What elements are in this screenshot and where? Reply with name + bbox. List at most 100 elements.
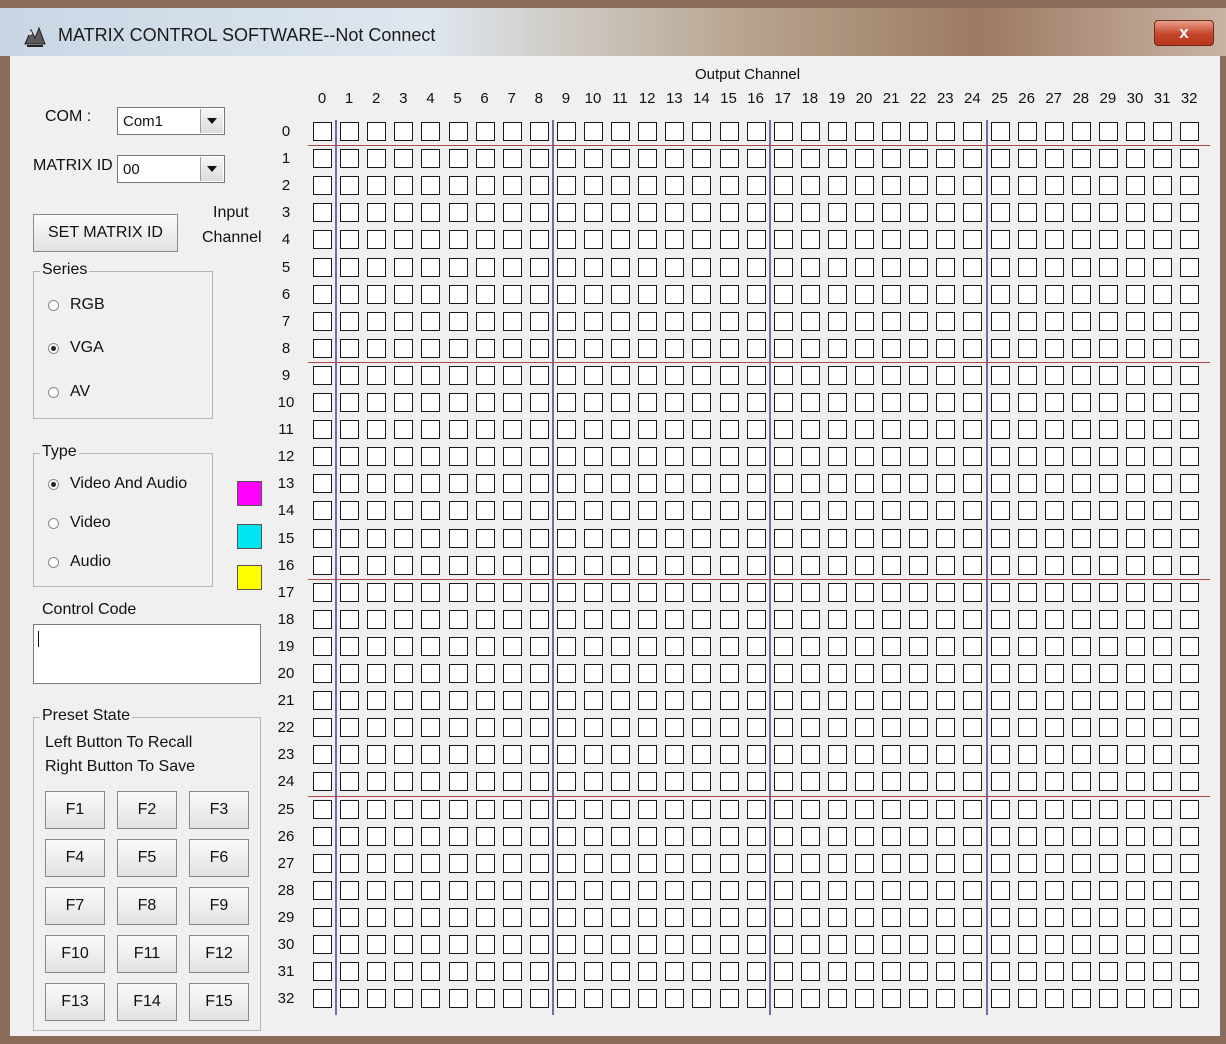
crosspoint-cell-in18-out13[interactable] <box>665 609 685 629</box>
crosspoint-cell-in29-out24[interactable] <box>963 907 983 927</box>
crosspoint-cell-in6-out10[interactable] <box>584 284 603 304</box>
crosspoint-cell-in15-out7[interactable] <box>502 528 522 548</box>
crosspoint-cell-in22-out23[interactable] <box>936 718 956 738</box>
crosspoint-cell-in25-out4[interactable] <box>421 799 441 819</box>
crosspoint-cell-in13-out27[interactable] <box>1044 474 1064 494</box>
crosspoint-cell-in26-out19[interactable] <box>827 826 847 846</box>
crosspoint-cell-in10-out26[interactable] <box>1017 393 1037 412</box>
crosspoint-cell-in10-out8[interactable] <box>529 393 549 412</box>
crosspoint-cell-in1-out24[interactable] <box>963 149 983 169</box>
crosspoint-cell-in0-out1[interactable] <box>340 122 360 141</box>
crosspoint-cell-in11-out16[interactable] <box>746 420 766 440</box>
crosspoint-cell-in29-out27[interactable] <box>1044 907 1064 927</box>
crosspoint-cell-in16-out32[interactable] <box>1180 555 1200 575</box>
crosspoint-cell-in6-out24[interactable] <box>963 284 983 304</box>
crosspoint-cell-in15-out32[interactable] <box>1180 528 1200 548</box>
crosspoint-cell-in10-out9[interactable] <box>556 393 576 412</box>
crosspoint-cell-in18-out11[interactable] <box>611 609 631 629</box>
crosspoint-cell-in8-out15[interactable] <box>719 338 739 358</box>
crosspoint-cell-in28-out29[interactable] <box>1098 880 1118 900</box>
crosspoint-cell-in7-out32[interactable] <box>1180 311 1200 331</box>
crosspoint-cell-in23-out5[interactable] <box>448 745 468 765</box>
crosspoint-cell-in8-out29[interactable] <box>1098 338 1118 358</box>
crosspoint-cell-in10-out14[interactable] <box>692 393 712 412</box>
crosspoint-cell-in27-out10[interactable] <box>584 853 603 873</box>
crosspoint-cell-in27-out28[interactable] <box>1071 853 1091 873</box>
crosspoint-cell-in4-out7[interactable] <box>502 230 522 250</box>
crosspoint-cell-in3-out5[interactable] <box>448 203 468 223</box>
crosspoint-cell-in1-out6[interactable] <box>475 149 495 169</box>
crosspoint-cell-in21-out30[interactable] <box>1126 691 1145 711</box>
crosspoint-cell-in6-out28[interactable] <box>1071 284 1091 304</box>
crosspoint-cell-in9-out32[interactable] <box>1180 365 1200 385</box>
crosspoint-cell-in6-out20[interactable] <box>855 284 874 304</box>
crosspoint-cell-in22-out22[interactable] <box>909 718 929 738</box>
crosspoint-cell-in26-out13[interactable] <box>665 826 685 846</box>
crosspoint-cell-in5-out11[interactable] <box>611 257 631 277</box>
crosspoint-cell-in14-out12[interactable] <box>638 501 658 521</box>
crosspoint-cell-in6-out9[interactable] <box>556 284 576 304</box>
crosspoint-cell-in24-out30[interactable] <box>1126 772 1145 792</box>
crosspoint-cell-in16-out9[interactable] <box>556 555 576 575</box>
crosspoint-cell-in10-out23[interactable] <box>936 393 956 412</box>
crosspoint-cell-in1-out14[interactable] <box>692 149 712 169</box>
crosspoint-cell-in14-out5[interactable] <box>448 501 468 521</box>
crosspoint-cell-in27-out20[interactable] <box>855 853 874 873</box>
crosspoint-cell-in32-out13[interactable] <box>665 989 685 1009</box>
crosspoint-cell-in5-out10[interactable] <box>584 257 603 277</box>
crosspoint-cell-in11-out11[interactable] <box>611 420 631 440</box>
crosspoint-cell-in12-out9[interactable] <box>556 447 576 467</box>
crosspoint-cell-in5-out24[interactable] <box>963 257 983 277</box>
crosspoint-cell-in22-out14[interactable] <box>692 718 712 738</box>
crosspoint-cell-in3-out10[interactable] <box>584 203 603 223</box>
crosspoint-cell-in16-out20[interactable] <box>855 555 874 575</box>
crosspoint-cell-in31-out11[interactable] <box>611 962 631 982</box>
crosspoint-cell-in9-out16[interactable] <box>746 365 766 385</box>
crosspoint-cell-in19-out2[interactable] <box>367 636 387 656</box>
crosspoint-cell-in25-out20[interactable] <box>855 799 874 819</box>
crosspoint-cell-in26-out29[interactable] <box>1098 826 1118 846</box>
series-radio-av[interactable] <box>48 386 59 398</box>
crosspoint-cell-in9-out3[interactable] <box>394 365 414 385</box>
crosspoint-cell-in2-out19[interactable] <box>827 176 847 196</box>
crosspoint-cell-in2-out20[interactable] <box>855 176 874 196</box>
crosspoint-cell-in2-out30[interactable] <box>1126 176 1145 196</box>
crosspoint-cell-in13-out10[interactable] <box>584 474 603 494</box>
crosspoint-cell-in15-out8[interactable] <box>529 528 549 548</box>
crosspoint-cell-in2-out22[interactable] <box>909 176 929 196</box>
crosspoint-cell-in27-out18[interactable] <box>800 853 820 873</box>
crosspoint-cell-in31-out4[interactable] <box>421 962 441 982</box>
crosspoint-cell-in4-out16[interactable] <box>746 230 766 250</box>
crosspoint-cell-in32-out22[interactable] <box>909 989 929 1009</box>
crosspoint-cell-in17-out1[interactable] <box>340 582 360 602</box>
crosspoint-cell-in25-out31[interactable] <box>1153 799 1173 819</box>
crosspoint-cell-in12-out28[interactable] <box>1071 447 1091 467</box>
crosspoint-cell-in28-out27[interactable] <box>1044 880 1064 900</box>
crosspoint-cell-in4-out13[interactable] <box>665 230 685 250</box>
crosspoint-cell-in20-out21[interactable] <box>882 664 902 683</box>
crosspoint-cell-in20-out20[interactable] <box>855 664 874 683</box>
crosspoint-cell-in5-out26[interactable] <box>1017 257 1037 277</box>
crosspoint-cell-in31-out31[interactable] <box>1153 962 1173 982</box>
crosspoint-cell-in17-out12[interactable] <box>638 582 658 602</box>
crosspoint-cell-in30-out10[interactable] <box>584 935 603 954</box>
crosspoint-cell-in12-out22[interactable] <box>909 447 929 467</box>
crosspoint-cell-in25-out16[interactable] <box>746 799 766 819</box>
crosspoint-cell-in1-out20[interactable] <box>855 149 874 169</box>
crosspoint-cell-in22-out11[interactable] <box>611 718 631 738</box>
crosspoint-cell-in7-out22[interactable] <box>909 311 929 331</box>
crosspoint-cell-in3-out11[interactable] <box>611 203 631 223</box>
crosspoint-cell-in25-out26[interactable] <box>1017 799 1037 819</box>
crosspoint-cell-in21-out31[interactable] <box>1153 691 1173 711</box>
crosspoint-cell-in13-out29[interactable] <box>1098 474 1118 494</box>
crosspoint-cell-in2-out28[interactable] <box>1071 176 1091 196</box>
crosspoint-cell-in4-out2[interactable] <box>367 230 387 250</box>
crosspoint-cell-in23-out8[interactable] <box>529 745 549 765</box>
crosspoint-cell-in31-out7[interactable] <box>502 962 522 982</box>
crosspoint-cell-in9-out12[interactable] <box>638 365 658 385</box>
crosspoint-cell-in18-out25[interactable] <box>990 609 1010 629</box>
crosspoint-cell-in25-out14[interactable] <box>692 799 712 819</box>
crosspoint-cell-in32-out15[interactable] <box>719 989 739 1009</box>
crosspoint-cell-in6-out0[interactable] <box>313 284 332 304</box>
crosspoint-cell-in22-out15[interactable] <box>719 718 739 738</box>
